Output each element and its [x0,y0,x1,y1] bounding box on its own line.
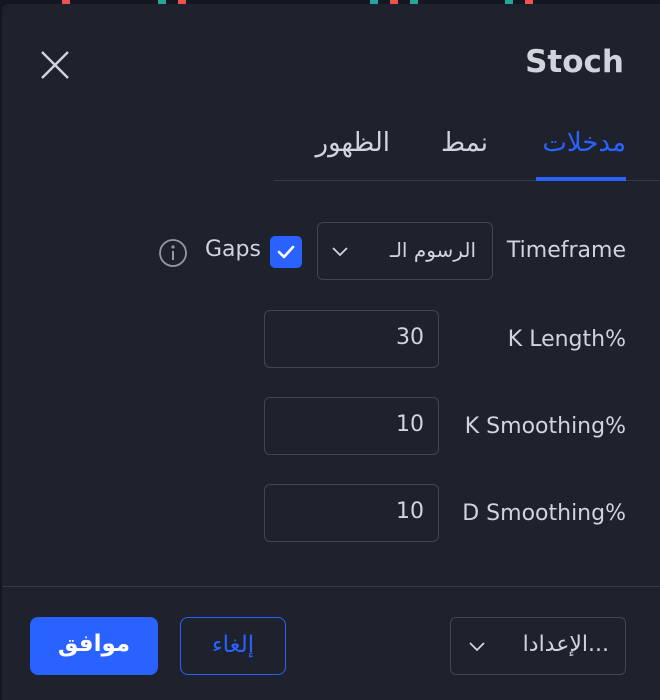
d-smoothing-value: 10 [396,499,424,524]
tab-style[interactable]: نمط [441,128,488,158]
ok-button-label: موافق [57,631,131,657]
defaults-select[interactable]: الإعدادا... [450,617,626,675]
cancel-button-label: إلغاء [211,632,255,658]
k-smoothing-value: 10 [396,412,424,437]
d-smoothing-input[interactable]: 10 [264,484,439,542]
footer-divider [2,586,660,587]
chevron-down-icon [469,642,485,652]
active-tab-indicator [536,177,626,181]
check-icon [277,245,295,259]
cancel-button[interactable]: إلغاء [180,617,286,675]
k-smoothing-input[interactable]: 10 [264,397,439,455]
dialog-title: Stoch [525,44,624,80]
gaps-checkbox[interactable] [270,236,302,268]
timeframe-select[interactable]: الرسوم الـ [317,222,493,280]
indicator-settings-dialog: Stoch مدخلات نمط الظهور Timeframe الرسوم… [2,4,660,700]
k-length-label: K Length% [507,327,626,352]
timeframe-value: الرسوم الـ [389,238,476,262]
info-icon[interactable] [158,238,188,268]
d-smoothing-label: D Smoothing% [462,501,626,526]
tab-inputs[interactable]: مدخلات [542,128,626,158]
chevron-down-icon [332,247,348,257]
defaults-label: الإعدادا... [522,632,609,657]
k-length-input[interactable]: 30 [264,310,439,368]
k-length-value: 30 [396,325,424,350]
timeframe-label: Timeframe [506,238,626,263]
ok-button[interactable]: موافق [30,617,158,675]
k-smoothing-label: K Smoothing% [464,414,626,439]
tab-visibility[interactable]: الظهور [316,128,390,158]
close-icon[interactable] [38,48,72,82]
gaps-label: Gaps [205,237,261,262]
